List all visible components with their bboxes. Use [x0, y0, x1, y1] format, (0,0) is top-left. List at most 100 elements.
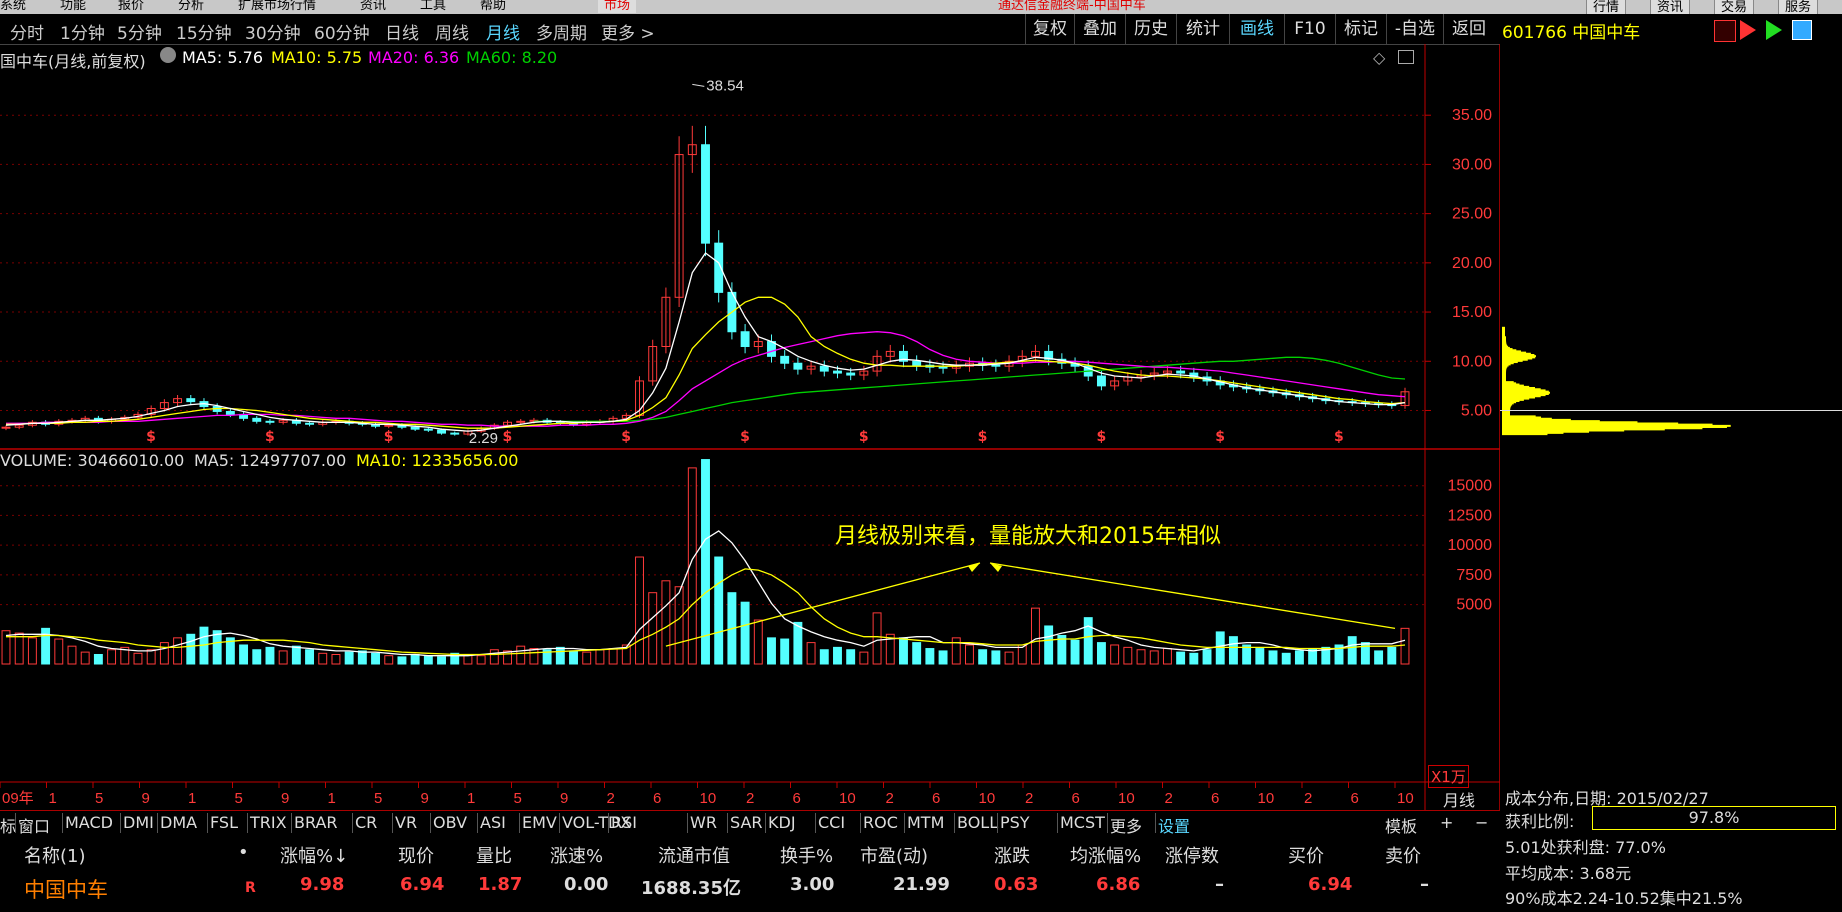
indicator-tab[interactable]: RSI — [611, 813, 637, 832]
x-axis-label: 5 — [514, 790, 522, 807]
volume-bar — [27, 637, 37, 665]
dividend-marker: $ — [1334, 429, 1344, 445]
volume-bar — [186, 633, 196, 665]
x-axis-label: 10 — [839, 790, 856, 807]
indicator-tab[interactable]: FSL — [210, 813, 238, 832]
chart-icon[interactable] — [1714, 20, 1736, 42]
menu-analysis[interactable]: 分析 — [178, 0, 204, 13]
indicator-tab[interactable]: 标 — [0, 813, 16, 837]
x-axis-label: 09年 — [2, 790, 34, 807]
volume-bar — [991, 650, 1001, 665]
indicator-tab[interactable]: EMV — [522, 813, 557, 832]
indicator-tab[interactable]: 更多 — [1110, 813, 1142, 837]
indicator-tab[interactable]: VR — [395, 813, 417, 832]
btn-trade[interactable]: 交易 — [1714, 0, 1755, 14]
indicator-tab[interactable]: 窗口 — [18, 813, 50, 837]
btn-news[interactable]: 资讯 — [1650, 0, 1691, 14]
quote-header-cell[interactable]: 均涨幅% — [1070, 842, 1141, 868]
tab-divider — [62, 813, 63, 833]
tab-divider — [687, 813, 688, 833]
tab-more[interactable]: 更多 > — [601, 19, 655, 44]
tab-multi-period[interactable]: 多周期 — [536, 19, 587, 44]
diamond-icon[interactable]: ◇ — [1373, 48, 1385, 67]
quote-header-cell[interactable]: 涨停数 — [1165, 842, 1219, 868]
tab-intraday[interactable]: 分时 — [10, 19, 44, 44]
indicator-tab[interactable]: WR — [690, 813, 717, 832]
tab-divider — [392, 813, 393, 833]
indicator-tab[interactable]: PSY — [1000, 813, 1030, 832]
btn-f10[interactable]: F10 — [1284, 14, 1335, 44]
tab-divider — [860, 813, 861, 833]
tab-60min[interactable]: 60分钟 — [314, 19, 370, 44]
indicator-tab[interactable]: MACD — [65, 813, 113, 832]
btn-history[interactable]: 历史 — [1125, 14, 1176, 44]
panel-icon[interactable] — [1792, 20, 1812, 40]
candle — [1176, 370, 1186, 374]
quote-header-cell[interactable]: 买价 — [1288, 842, 1324, 868]
indicator-tab[interactable]: BRAR — [294, 813, 338, 832]
indicator-tab[interactable]: MCST — [1060, 813, 1105, 832]
quote-header-cell[interactable]: 换手% — [780, 842, 833, 868]
tab-monthly[interactable]: 月线 — [486, 19, 520, 44]
indicator-tab[interactable]: DMA — [160, 813, 197, 832]
quote-header-cell[interactable]: 涨速% — [550, 842, 603, 868]
btn-stats[interactable]: 统计 — [1176, 14, 1229, 44]
quote-header-cell[interactable]: 涨跌 — [994, 842, 1030, 868]
menu-info[interactable]: 资讯 — [360, 0, 386, 13]
play-green-icon[interactable] — [1766, 20, 1782, 40]
quote-header-cell[interactable]: 市盈(动) — [860, 842, 928, 868]
btn-service[interactable]: 服务 — [1778, 0, 1819, 14]
market-tag[interactable]: 市场 — [598, 0, 637, 13]
tab-5min[interactable]: 5分钟 — [117, 19, 162, 44]
tab-30min[interactable]: 30分钟 — [245, 19, 301, 44]
quote-header-cell[interactable]: • — [238, 842, 249, 863]
btn-rights[interactable]: 复权 — [1025, 14, 1074, 44]
indicator-tab[interactable]: ASI — [480, 813, 506, 832]
quote-header-cell[interactable]: 现价 — [398, 842, 434, 868]
menu-help[interactable]: 帮助 — [480, 0, 506, 13]
play-red-icon[interactable] — [1740, 20, 1756, 40]
indicator-tab[interactable]: OBV — [433, 813, 467, 832]
template-button[interactable]: 模板 — [1385, 813, 1417, 837]
tab-1min[interactable]: 1分钟 — [60, 19, 105, 44]
menu-function[interactable]: 功能 — [60, 0, 86, 13]
indicator-tab[interactable]: ROC — [863, 813, 898, 832]
btn-overlay[interactable]: 叠加 — [1074, 14, 1125, 44]
tab-weekly[interactable]: 周线 — [435, 19, 469, 44]
candle — [423, 428, 433, 431]
btn-market[interactable]: 行情 — [1586, 0, 1627, 14]
menu-tools[interactable]: 工具 — [420, 0, 446, 13]
quote-header-cell[interactable]: 卖价 — [1385, 842, 1421, 868]
tab-daily[interactable]: 日线 — [385, 19, 419, 44]
indicator-tab[interactable]: SAR — [730, 813, 763, 832]
remove-button[interactable]: − — [1475, 813, 1488, 832]
indicator-tab[interactable]: CR — [355, 813, 377, 832]
indicator-tab[interactable]: 设置 — [1158, 813, 1190, 837]
indicator-tab[interactable]: BOLL — [957, 813, 998, 832]
indicator-tab[interactable]: MTM — [907, 813, 944, 832]
btn-mark[interactable]: 标记 — [1335, 14, 1386, 44]
tab-15min[interactable]: 15分钟 — [176, 19, 232, 44]
quote-header-cell[interactable]: 流通市值 — [658, 842, 730, 868]
menu-system[interactable]: 系统 — [0, 0, 26, 13]
indicator-tab[interactable]: KDJ — [768, 813, 796, 832]
add-button[interactable]: + — [1440, 813, 1453, 832]
window-toggle-icon[interactable] — [1398, 50, 1414, 64]
menu-quote[interactable]: 报价 — [118, 0, 144, 13]
quote-header-cell[interactable]: 名称(1) — [24, 842, 86, 868]
ma20-line — [6, 331, 1406, 427]
quote-cell: 9.98 — [300, 874, 345, 895]
quote-header-cell[interactable]: 量比 — [476, 842, 512, 868]
btn-back[interactable]: 返回 — [1443, 14, 1494, 44]
indicator-tab[interactable]: TRIX — [250, 813, 287, 832]
indicator-tab[interactable]: DMI — [123, 813, 154, 832]
btn-self-select[interactable]: -自选 — [1386, 14, 1443, 44]
btn-draw[interactable]: 画线 — [1229, 14, 1284, 44]
quote-header-cell[interactable]: 涨幅%↓ — [280, 842, 348, 868]
tab-divider — [247, 813, 248, 833]
x-axis-label: 10 — [979, 790, 996, 807]
dropdown-icon[interactable] — [160, 47, 176, 63]
stock-code-name: 601766 中国中车 — [1502, 23, 1641, 43]
menu-extended-market[interactable]: 扩展市场行情 — [238, 0, 316, 13]
indicator-tab[interactable]: CCI — [818, 813, 845, 832]
